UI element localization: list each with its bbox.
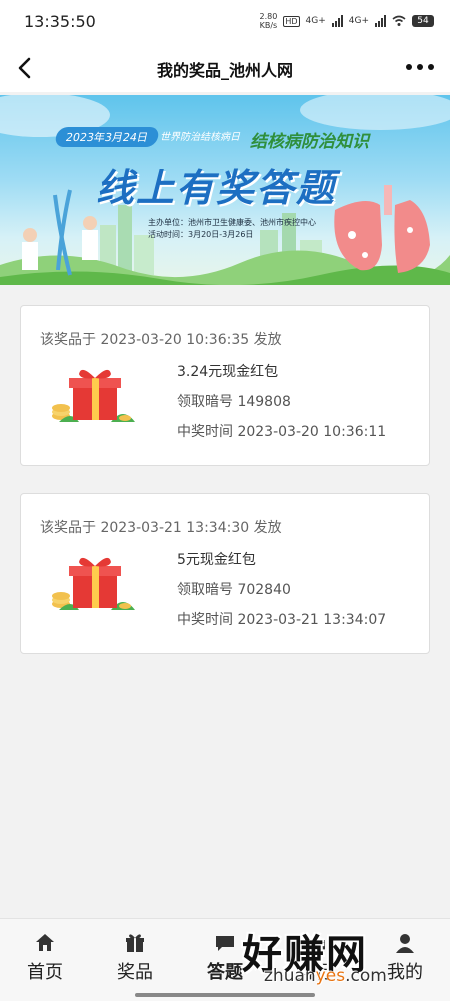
signal-1-label: 4G+ (305, 16, 326, 26)
campaign-banner: 2023年3月24日 世界防治结核病日 结核病防治知识 线上有奖答题 主办单位：… (0, 95, 450, 285)
gift-icon (52, 369, 135, 422)
watermark-logo: 好赚网 zhuanyes.com (242, 922, 442, 996)
signal-2-icon (375, 15, 386, 27)
wifi-icon (392, 15, 406, 26)
prize-win-time: 中奖时间 2023-03-20 10:36:11 (177, 424, 387, 440)
prize-name: 3.24元现金红包 (177, 364, 279, 380)
home-icon (36, 934, 54, 951)
page-title: 我的奖品_池州人网 (156, 61, 293, 80)
prize-card[interactable]: 该奖品于 2023-03-21 13:34:30 发放 5元现金红包 领取暗号 … (20, 493, 430, 654)
signal-2-label: 4G+ (348, 16, 369, 26)
status-icons: 2.80 KB/s HD 4G+ 4G+ 54 (259, 12, 434, 30)
prize-card[interactable]: 该奖品于 2023-03-20 10:36:35 发放 3.24元现金红包 领取… (20, 305, 430, 466)
prize-win-time: 中奖时间 2023-03-21 13:34:07 (177, 612, 387, 628)
home-indicator (135, 993, 315, 997)
prize-issued-text: 该奖品于 2023-03-21 13:34:30 发放 (40, 520, 282, 536)
tab-home[interactable]: 首页 (5, 931, 85, 984)
prize-issued-text: 该奖品于 2023-03-20 10:36:35 发放 (40, 332, 282, 348)
gift-icon (52, 557, 135, 610)
tab-label: 奖品 (117, 962, 153, 983)
nav-bar: 我的奖品_池州人网 (0, 44, 450, 92)
battery-icon: 54 (412, 15, 434, 27)
banner-topic: 结核病防治知识 (250, 132, 369, 152)
status-time: 13:35:50 (24, 12, 96, 31)
tab-prizes[interactable]: 奖品 (95, 931, 175, 984)
chat-icon (216, 936, 234, 951)
more-options-icon[interactable] (406, 64, 434, 70)
prize-name: 5元现金红包 (177, 552, 256, 568)
hd-icon: HD (283, 15, 300, 27)
prize-code: 领取暗号 702840 (177, 582, 291, 598)
prize-code: 领取暗号 149808 (177, 394, 291, 410)
banner-host: 主办单位：池州市卫生健康委、池州市疾控中心 (148, 218, 316, 227)
banner-day-name: 世界防治结核病日 (160, 132, 240, 143)
tab-label: 首页 (27, 962, 63, 983)
banner-headline: 线上有奖答题 (96, 166, 337, 210)
gift-icon (126, 934, 144, 952)
banner-date: 2023年3月24日 (53, 127, 161, 147)
watermark-url: zhuanyes.com (264, 966, 387, 986)
signal-1-icon (331, 15, 343, 27)
status-bar: 13:35:50 2.80 KB/s HD 4G+ 4G+ 54 (0, 0, 450, 44)
banner-period: 活动时间：3月20日-3月26日 (148, 230, 254, 239)
net-speed: 2.80 KB/s (259, 12, 278, 30)
